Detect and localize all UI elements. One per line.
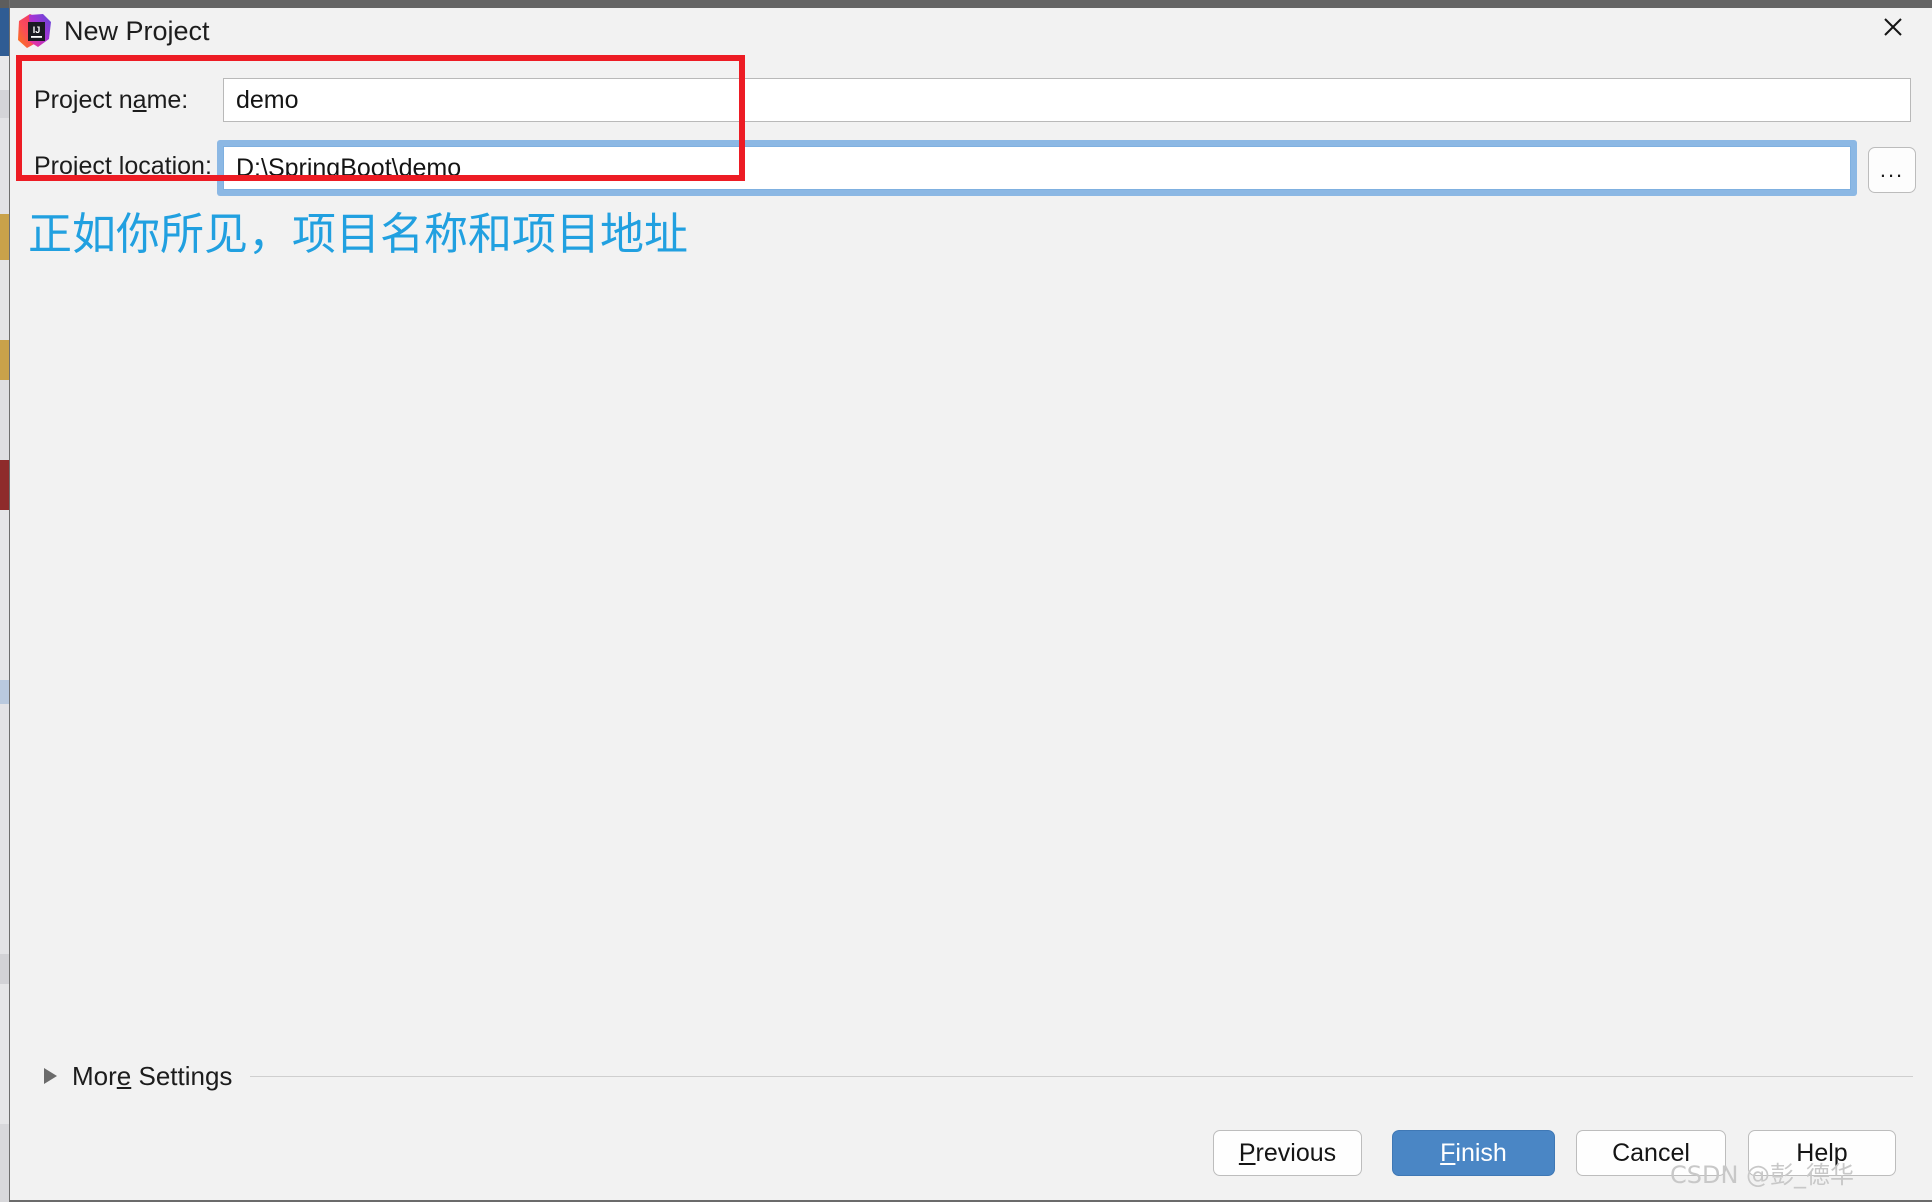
project-location-value: D:\SpringBoot\demo: [236, 153, 462, 182]
project-location-label: Project location:: [34, 152, 212, 180]
previous-button[interactable]: Previous: [1213, 1130, 1362, 1176]
project-name-value: demo: [236, 85, 299, 114]
background-window-sliver: [0, 0, 9, 1202]
window-top-border: [10, 0, 1932, 8]
annotation-note-text: 正如你所见，项目名称和项目地址: [28, 209, 688, 260]
close-icon: [1881, 15, 1905, 39]
project-name-input[interactable]: demo: [223, 78, 1911, 122]
window-title: New Project: [64, 16, 210, 46]
browse-location-button[interactable]: ...: [1868, 147, 1916, 193]
screenshot-root: IJ New Project Project name: demo Projec…: [0, 0, 1932, 1202]
intellij-idea-logo-icon: IJ: [16, 12, 54, 50]
more-settings-separator: [250, 1076, 1913, 1077]
title-bar: IJ New Project: [10, 8, 1932, 54]
svg-text:IJ: IJ: [33, 25, 41, 35]
project-location-focus-ring: D:\SpringBoot\demo: [217, 140, 1857, 196]
csdn-watermark: CSDN @彭_德华: [1670, 1161, 1855, 1189]
finish-button[interactable]: Finish: [1392, 1130, 1555, 1176]
project-location-input[interactable]: D:\SpringBoot\demo: [223, 146, 1851, 190]
project-name-label: Project name:: [34, 86, 189, 114]
more-settings-label: More Settings: [72, 1061, 233, 1091]
new-project-dialog: IJ New Project Project name: demo Projec…: [9, 0, 1932, 1202]
chevron-right-icon: [44, 1068, 57, 1084]
close-button[interactable]: [1854, 0, 1932, 54]
ellipsis-icon: ...: [1879, 157, 1905, 182]
